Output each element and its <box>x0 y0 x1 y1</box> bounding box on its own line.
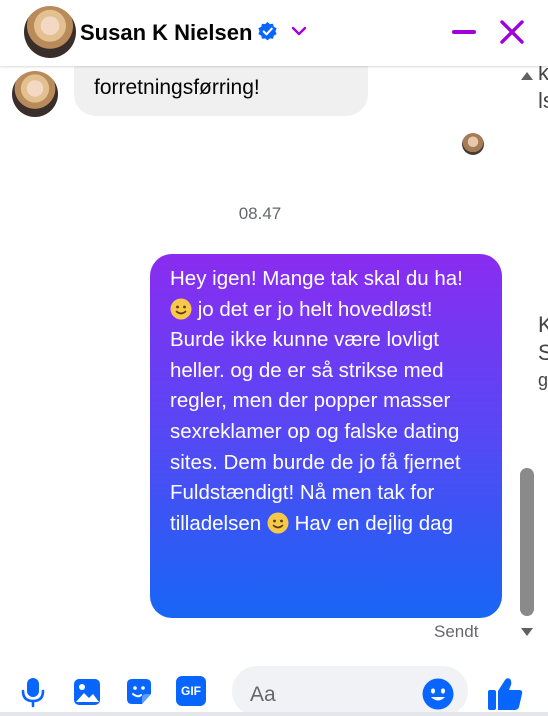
sticker-icon[interactable] <box>124 676 154 708</box>
scroll-down-arrow-icon[interactable] <box>521 628 533 636</box>
background-text-fragment: g <box>538 370 548 390</box>
seen-indicator-avatar <box>462 133 484 155</box>
background-text-fragment: S <box>538 340 548 365</box>
incoming-message-text: forretningsførring! <box>94 76 260 99</box>
slightly-smiling-face-icon <box>170 298 192 320</box>
photo-icon[interactable] <box>72 676 102 708</box>
gif-button[interactable]: GIF <box>176 676 206 706</box>
contact-avatar[interactable] <box>24 6 76 58</box>
message-timestamp: 08.47 <box>238 204 282 223</box>
microphone-icon[interactable] <box>18 676 48 708</box>
message-text-part: Hey igen! Mange tak skal du ha! <box>170 267 463 290</box>
delivery-status: Sendt <box>434 622 479 641</box>
message-text-part: jo det er jo helt hovedløst! Burde ikke … <box>170 297 461 535</box>
bottom-divider <box>0 712 548 716</box>
scrollbar-thumb[interactable] <box>520 468 534 616</box>
outgoing-message-text: Hey igen! Mange tak skal du ha! jo det e… <box>170 264 490 539</box>
slightly-smiling-face-icon <box>267 512 289 534</box>
background-text-fragment: K <box>538 312 548 337</box>
minimize-button[interactable] <box>452 30 476 34</box>
contact-name[interactable]: Susan K Nielsen <box>80 20 252 46</box>
message-text-part: Hav en dejlig dag <box>288 511 453 535</box>
background-text-fragment: ls <box>538 88 548 113</box>
close-icon[interactable] <box>498 18 526 46</box>
verified-badge-icon <box>258 22 277 41</box>
chat-header: Susan K Nielsen <box>0 0 548 66</box>
message-input-placeholder: Aa <box>250 683 276 706</box>
chevron-down-icon[interactable] <box>290 24 308 38</box>
scroll-up-arrow-icon[interactable] <box>521 72 533 80</box>
sender-avatar[interactable] <box>12 71 58 117</box>
thumbs-up-icon[interactable] <box>486 676 524 712</box>
emoji-icon[interactable] <box>422 678 454 710</box>
